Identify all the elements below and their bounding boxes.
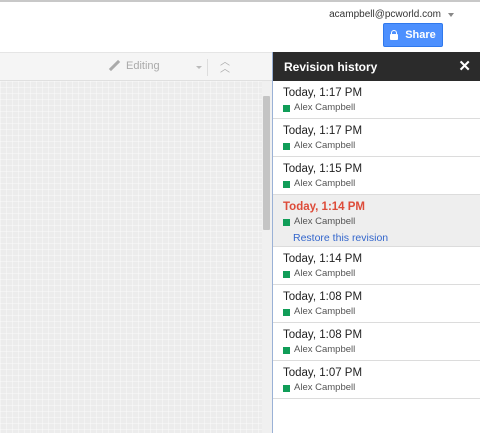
panel-title: Revision history <box>284 59 378 74</box>
revision-item[interactable]: Today, 1:15 PM Alex Campbell <box>273 157 480 195</box>
document-canvas <box>0 81 262 433</box>
author-name: Alex Campbell <box>294 344 356 355</box>
account-switcher[interactable]: acampbell@pcworld.com <box>329 9 454 20</box>
author-color-swatch <box>283 384 290 392</box>
revision-item[interactable]: Today, 1:08 PM Alex Campbell <box>273 285 480 323</box>
author-color-swatch <box>283 346 290 354</box>
top-border <box>0 0 480 2</box>
revision-item[interactable]: Today, 1:17 PM Alex Campbell <box>273 119 480 157</box>
revision-item[interactable]: Today, 1:07 PM Alex Campbell <box>273 361 480 399</box>
revision-list: Today, 1:17 PM Alex Campbell Today, 1:17 P… <box>273 81 480 399</box>
revision-time: Today, 1:08 PM <box>283 329 363 341</box>
revision-author: Alex Campbell <box>283 103 470 113</box>
author-name: Alex Campbell <box>294 268 356 279</box>
author-color-swatch <box>283 180 290 188</box>
revision-time: Today, 1:14 PM <box>283 201 366 213</box>
author-color-swatch <box>283 104 290 112</box>
author-name: Alex Campbell <box>294 382 356 393</box>
revision-history-panel: Revision history ✕ Today, 1:17 PM Alex Ca… <box>272 52 480 433</box>
author-color-swatch <box>283 270 290 278</box>
toolbar-divider <box>207 59 208 76</box>
chevron-down-icon <box>448 12 454 17</box>
revision-item[interactable]: Today, 1:14 PM Alex Campbell <box>273 247 480 285</box>
revision-time: Today, 1:14 PM <box>283 253 363 265</box>
author-name: Alex Campbell <box>294 216 356 227</box>
revision-time: Today, 1:07 PM <box>283 367 363 379</box>
close-icon[interactable]: ✕ <box>458 59 471 74</box>
revision-item[interactable]: Today, 1:08 PM Alex Campbell <box>273 323 480 361</box>
revision-author: Alex Campbell <box>283 179 470 189</box>
editing-mode-label: Editing <box>126 60 160 72</box>
scrollbar-thumb[interactable] <box>263 96 270 230</box>
share-button[interactable]: Share <box>383 23 443 47</box>
author-color-swatch <box>283 308 290 316</box>
revision-item[interactable]: Today, 1:14 PM Alex Campbell Restore this … <box>273 195 480 247</box>
revision-author: Alex Campbell <box>283 345 470 355</box>
revision-author: Alex Campbell <box>283 141 470 151</box>
author-name: Alex Campbell <box>294 178 356 189</box>
revision-time: Today, 1:17 PM <box>283 87 363 99</box>
revision-item[interactable]: Today, 1:17 PM Alex Campbell <box>273 81 480 119</box>
revision-author: Alex Campbell <box>283 269 470 279</box>
revision-time: Today, 1:15 PM <box>283 163 363 175</box>
toolbar: Editing ︿ ︿ <box>0 52 272 81</box>
author-color-swatch <box>283 142 290 150</box>
chevron-down-icon[interactable] <box>196 66 202 69</box>
revision-author: Alex Campbell <box>283 383 470 393</box>
author-name: Alex Campbell <box>294 102 356 113</box>
revision-time: Today, 1:17 PM <box>283 125 363 137</box>
restore-revision-link[interactable]: Restore this revision <box>293 232 470 244</box>
revision-author: Alex Campbell <box>283 217 470 227</box>
account-email: acampbell@pcworld.com <box>329 9 441 20</box>
panel-header: Revision history ✕ <box>273 52 480 81</box>
pencil-icon <box>108 60 120 72</box>
author-color-swatch <box>283 218 290 226</box>
lock-icon <box>390 30 399 40</box>
revision-time: Today, 1:08 PM <box>283 291 363 303</box>
revision-author: Alex Campbell <box>283 307 470 317</box>
author-name: Alex Campbell <box>294 140 356 151</box>
editing-mode-selector[interactable]: Editing <box>108 60 160 72</box>
double-chevron-up-icon[interactable]: ︿ ︿ <box>218 58 232 75</box>
author-name: Alex Campbell <box>294 306 356 317</box>
share-label: Share <box>405 29 436 41</box>
